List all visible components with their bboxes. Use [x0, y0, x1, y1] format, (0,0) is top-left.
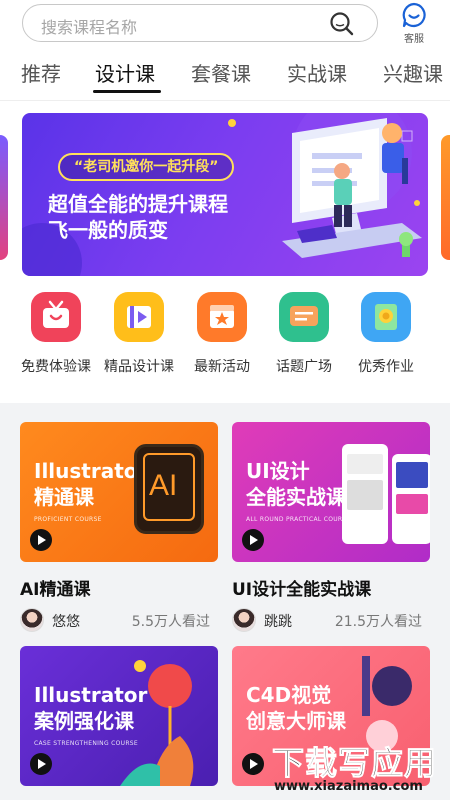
customer-service-button[interactable]: 客服	[397, 2, 431, 48]
phone-mockup-left	[342, 444, 388, 544]
play-button[interactable]	[242, 529, 264, 551]
cover-title-line1: UI设计	[246, 459, 310, 483]
author-avatar[interactable]	[20, 608, 44, 632]
top-bar: 搜索课程名称 客服	[0, 0, 450, 50]
course-card-ai[interactable]: Illustrator 精通课 PROFICIENT COURSE AI AI精…	[20, 422, 218, 632]
category-shortcuts: 免费体验课 精品设计课 最新活动 话题广场 优秀作业	[0, 292, 450, 392]
watermark-url: www.xiazaimao.com	[274, 779, 423, 794]
tv-icon	[31, 292, 81, 342]
view-count: 21.5万人看过	[334, 614, 422, 630]
category-tabs: 推荐 设计课 套餐课 实战课 兴趣课	[0, 54, 450, 100]
ai-app-icon: AI	[134, 444, 204, 534]
customer-service-icon	[402, 2, 426, 28]
author-name: 跳跳	[264, 614, 292, 630]
search-icon[interactable]	[329, 11, 355, 37]
banner-tagline: “老司机邀你一起升段”	[58, 153, 235, 181]
cover-title: Illustrator 案例强化课	[34, 682, 147, 734]
cover-title-line2: 精通课	[34, 485, 94, 509]
app-screen: 搜索课程名称 客服 推荐 设计课 套餐课 实战课 兴趣课 “老司机邀你一起升段”…	[0, 0, 450, 800]
course-title[interactable]: AI精通课	[20, 575, 90, 600]
course-cover[interactable]: Illustrator 精通课 PROFICIENT COURSE AI	[20, 422, 218, 562]
star-box-icon	[197, 292, 247, 342]
course-card-illustrator-case[interactable]: Illustrator 案例强化课 CASE STRENGTHENING COU…	[20, 646, 218, 786]
cover-title-line1: Illustrator	[34, 683, 148, 707]
site-watermark: 下载写应用 www.xiazaimao.com	[262, 738, 450, 796]
category-latest-activity[interactable]: 最新活动	[180, 292, 264, 376]
play-button[interactable]	[30, 529, 52, 551]
cover-title: UI设计 全能实战课	[246, 458, 346, 510]
cover-title-line1: Illustrator	[34, 459, 148, 483]
promo-banner[interactable]: “老司机邀你一起升段” 超值全能的提升课程 飞一般的质变	[22, 113, 428, 276]
cover-subtitle: CASE STRENGTHENING COURSE	[34, 740, 139, 747]
course-meta: 跳跳 21.5万人看过	[232, 608, 430, 634]
tab-interest[interactable]: 兴趣课	[383, 58, 443, 87]
view-count: 5.5万人看过	[131, 614, 210, 630]
category-label: 最新活动	[194, 359, 250, 375]
chat-icon	[279, 292, 329, 342]
banner-prev-peek[interactable]	[0, 135, 8, 260]
cover-title: C4D视觉 创意大师课	[246, 682, 346, 734]
medal-icon	[361, 292, 411, 342]
course-meta: 悠悠 5.5万人看过	[20, 608, 218, 634]
banner-next-peek[interactable]	[441, 135, 450, 260]
category-label: 话题广场	[276, 359, 332, 375]
banner-subheadline: 飞一般的质变	[48, 218, 168, 242]
cover-title-line2: 全能实战课	[246, 485, 346, 509]
author-name: 悠悠	[52, 614, 80, 630]
cover-subtitle: ALL ROUND PRACTICAL COURSE	[246, 516, 351, 523]
author-avatar[interactable]	[232, 608, 256, 632]
tabs-divider	[0, 100, 450, 101]
tab-design[interactable]: 设计课	[95, 58, 155, 87]
active-tab-indicator	[93, 90, 161, 93]
category-label: 免费体验课	[21, 359, 91, 375]
watermark-title: 下载写应用	[271, 744, 438, 783]
cover-title: Illustrator 精通课	[34, 458, 147, 510]
tab-package[interactable]: 套餐课	[191, 58, 251, 87]
cover-title-line2: 案例强化课	[34, 709, 134, 733]
play-button[interactable]	[30, 753, 52, 775]
course-cover[interactable]: UI设计 全能实战课 ALL ROUND PRACTICAL COURSE	[232, 422, 430, 562]
cover-subtitle: PROFICIENT COURSE	[34, 516, 102, 523]
cover-title-line1: C4D视觉	[246, 683, 332, 707]
category-free-trial[interactable]: 免费体验课	[14, 292, 98, 376]
category-excellent-work[interactable]: 优秀作业	[344, 292, 428, 376]
ai-badge-text: AI	[149, 469, 178, 502]
category-label: 精品设计课	[104, 359, 174, 375]
customer-service-label: 客服	[404, 34, 424, 45]
tab-practical[interactable]: 实战课	[287, 58, 347, 87]
search-input[interactable]: 搜索课程名称	[22, 4, 378, 42]
course-cover[interactable]: Illustrator 案例强化课 CASE STRENGTHENING COU…	[20, 646, 218, 786]
phone-mockup-right	[392, 454, 430, 544]
course-card-ui[interactable]: UI设计 全能实战课 ALL ROUND PRACTICAL COURSE UI…	[232, 422, 430, 632]
cover-title-line2: 创意大师课	[246, 709, 346, 733]
play-button[interactable]	[242, 753, 264, 775]
category-label: 优秀作业	[358, 359, 414, 375]
banner-headline: 超值全能的提升课程	[48, 192, 228, 216]
computer-illustration	[282, 118, 422, 258]
search-placeholder: 搜索课程名称	[41, 18, 138, 37]
video-icon	[114, 292, 164, 342]
tab-recommend[interactable]: 推荐	[21, 58, 61, 87]
category-topic-square[interactable]: 话题广场	[262, 292, 346, 376]
category-premium-design[interactable]: 精品设计课	[97, 292, 181, 376]
course-title[interactable]: UI设计全能实战课	[232, 575, 371, 600]
